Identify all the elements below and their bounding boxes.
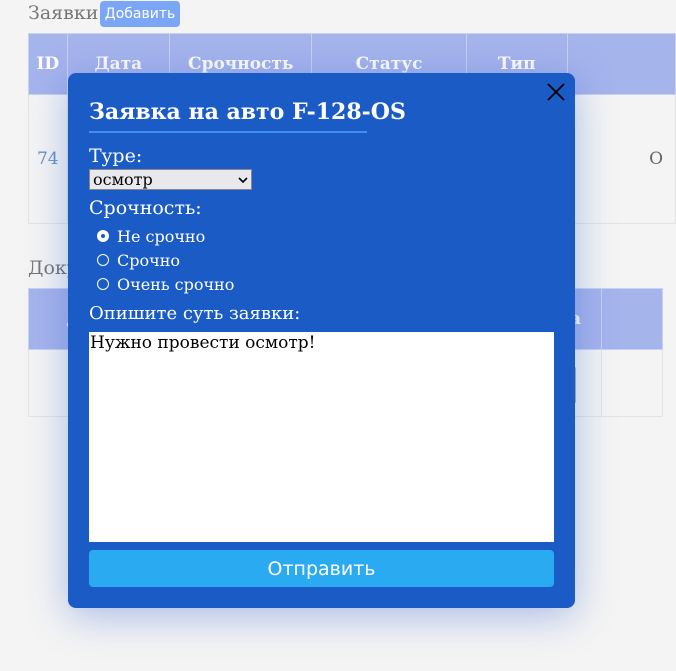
column-header-extra[interactable]: [566, 33, 676, 95]
urgency-option-not-urgent[interactable]: Не срочно: [97, 226, 205, 246]
cell-empty: [601, 349, 663, 417]
close-icon[interactable]: [545, 81, 567, 103]
type-label: Type:: [89, 145, 143, 167]
radio-button[interactable]: [97, 230, 109, 242]
request-modal: Заявка на авто F-128-OS Type: осмотр Сро…: [68, 73, 575, 608]
cell-extra: О: [566, 94, 676, 224]
urgency-option-very-urgent[interactable]: Очень срочно: [97, 274, 234, 294]
column-header-id[interactable]: ID: [28, 33, 68, 95]
submit-button[interactable]: Отправить: [89, 550, 554, 587]
description-label: Опишите суть заявки:: [89, 303, 301, 324]
add-request-button[interactable]: Добавить: [100, 1, 180, 27]
urgency-label: Срочность:: [89, 197, 202, 219]
column-header-6[interactable]: [601, 288, 663, 350]
urgency-option-urgent[interactable]: Срочно: [97, 250, 180, 270]
requests-title: Заявки: [28, 2, 99, 24]
radio-button[interactable]: [97, 278, 109, 290]
cell-id[interactable]: 74: [28, 94, 68, 224]
modal-title: Заявка на авто F-128-OS: [89, 99, 406, 133]
radio-label: Срочно: [117, 250, 180, 270]
chevron-down-icon: [238, 176, 248, 183]
description-textarea[interactable]: Нужно провести осмотр!: [89, 332, 554, 542]
type-select[interactable]: осмотр: [89, 169, 252, 190]
radio-label: Очень срочно: [117, 274, 235, 294]
radio-label: Не срочно: [117, 226, 206, 246]
radio-button[interactable]: [97, 254, 109, 266]
type-select-value: осмотр: [93, 170, 153, 189]
